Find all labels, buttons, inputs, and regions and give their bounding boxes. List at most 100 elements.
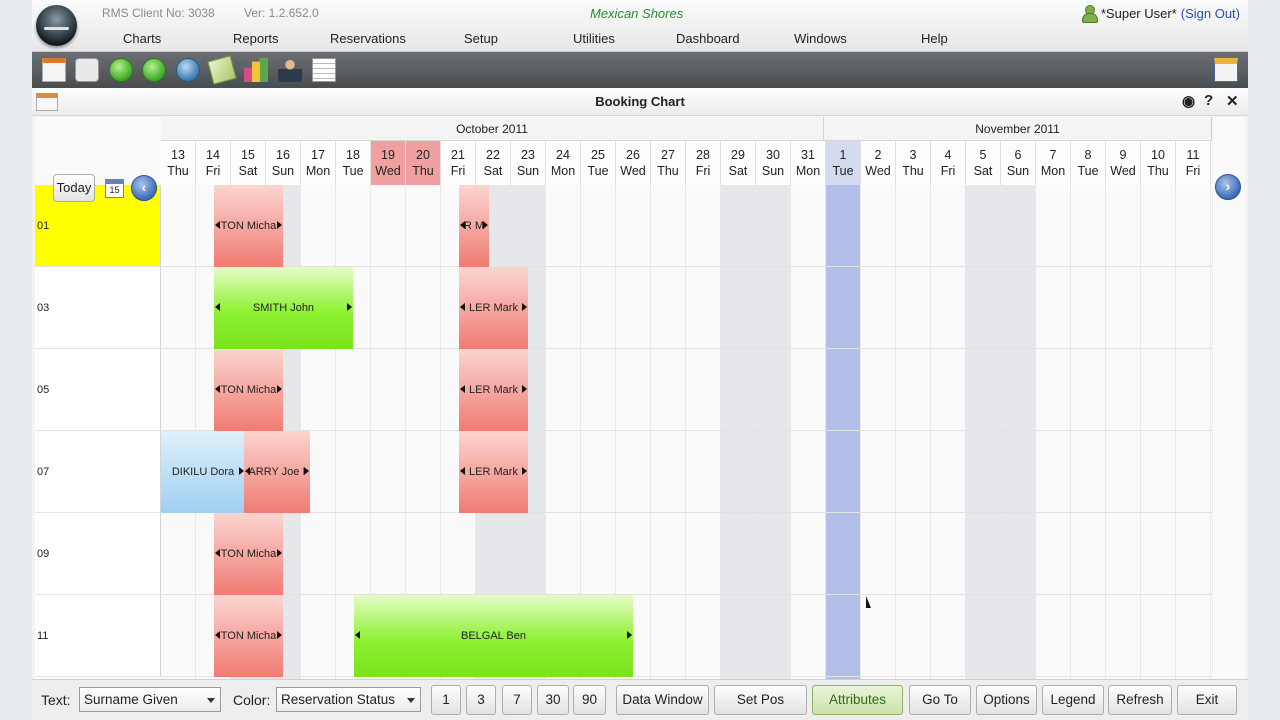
- day-column[interactable]: [1176, 185, 1211, 679]
- room-label[interactable]: 03: [35, 267, 161, 349]
- resize-left-icon[interactable]: [215, 631, 220, 639]
- booking-bar[interactable]: LER Mark: [459, 267, 528, 349]
- day-header-cell[interactable]: 10 Thu: [1141, 141, 1176, 185]
- day-header-cell[interactable]: 6 Sun: [1001, 141, 1036, 185]
- day-header-cell[interactable]: 17 Mon: [301, 141, 336, 185]
- day-column[interactable]: [896, 185, 931, 679]
- calendar-icon[interactable]: [42, 58, 66, 82]
- refresh-icon[interactable]: [109, 58, 133, 82]
- resize-right-icon[interactable]: [522, 385, 527, 393]
- day-header-cell[interactable]: 7 Mon: [1036, 141, 1071, 185]
- day-header-cell[interactable]: 20 Thu: [406, 141, 441, 185]
- day-header-cell[interactable]: 27 Thu: [651, 141, 686, 185]
- booking-bar[interactable]: R M: [459, 185, 489, 267]
- booking-bar[interactable]: LER Mark: [459, 349, 528, 431]
- sign-out-link[interactable]: (Sign Out): [1181, 6, 1240, 21]
- resize-right-icon[interactable]: [277, 385, 282, 393]
- resize-right-icon[interactable]: [522, 303, 527, 311]
- resize-left-icon[interactable]: [245, 467, 250, 475]
- day-header-cell[interactable]: 25 Tue: [581, 141, 616, 185]
- day-header-cell[interactable]: 4 Fri: [931, 141, 966, 185]
- resize-left-icon[interactable]: [355, 631, 360, 639]
- day-header-cell[interactable]: 11 Fri: [1176, 141, 1211, 185]
- day-header-cell[interactable]: 23 Sun: [511, 141, 546, 185]
- day-column[interactable]: [686, 185, 721, 679]
- day-header-cell[interactable]: 24 Mon: [546, 141, 581, 185]
- menu-setup[interactable]: Setup: [464, 31, 498, 46]
- days-1-button[interactable]: 1: [431, 685, 461, 715]
- bar-chart-icon[interactable]: [244, 58, 268, 82]
- day-header-cell[interactable]: 5 Sat: [966, 141, 1001, 185]
- day-header-cell[interactable]: 13 Thu: [161, 141, 196, 185]
- day-column[interactable]: [721, 185, 756, 679]
- day-header-cell[interactable]: 18 Tue: [336, 141, 371, 185]
- booking-bar[interactable]: ARRY Joe I: [244, 431, 310, 513]
- calendar-picker-icon[interactable]: 15: [105, 179, 124, 198]
- menu-utilities[interactable]: Utilities: [573, 31, 615, 46]
- calendar-alt-icon[interactable]: [75, 58, 99, 82]
- help-icon[interactable]: ?: [1204, 92, 1213, 109]
- attributes-button[interactable]: Attributes: [812, 685, 903, 715]
- menu-help[interactable]: Help: [921, 31, 948, 46]
- day-column[interactable]: [756, 185, 791, 679]
- legend-button[interactable]: Legend: [1042, 685, 1104, 715]
- booking-bar[interactable]: TON Micha: [214, 595, 283, 677]
- add-icon[interactable]: [142, 58, 166, 82]
- room-label[interactable]: 05: [35, 349, 161, 431]
- globe-icon[interactable]: [176, 58, 200, 82]
- resize-right-icon[interactable]: [277, 631, 282, 639]
- resize-right-icon[interactable]: [277, 549, 282, 557]
- day-header-cell[interactable]: 9 Wed: [1106, 141, 1141, 185]
- money-icon[interactable]: [207, 55, 237, 85]
- day-column[interactable]: [966, 185, 1001, 679]
- data-window-button[interactable]: Data Window: [616, 685, 709, 715]
- menu-reservations[interactable]: Reservations: [330, 31, 406, 46]
- booking-bar[interactable]: TON Micha: [214, 349, 283, 431]
- day-column[interactable]: [931, 185, 966, 679]
- text-select[interactable]: Surname Given: [79, 687, 221, 712]
- day-header-cell[interactable]: 29 Sat: [721, 141, 756, 185]
- resize-left-icon[interactable]: [460, 385, 465, 393]
- exit-button[interactable]: Exit: [1177, 685, 1237, 715]
- day-header-cell[interactable]: 26 Wed: [616, 141, 651, 185]
- set-pos-button[interactable]: Set Pos: [714, 685, 807, 715]
- resize-right-icon[interactable]: [627, 631, 632, 639]
- day-header-cell[interactable]: 28 Fri: [686, 141, 721, 185]
- sheet-icon[interactable]: [312, 58, 336, 82]
- booking-bar[interactable]: DIKILU Dora: [161, 431, 245, 513]
- resize-right-icon[interactable]: [347, 303, 352, 311]
- day-column[interactable]: [651, 185, 686, 679]
- day-header-cell[interactable]: 16 Sun: [266, 141, 301, 185]
- days-7-button[interactable]: 7: [502, 685, 532, 715]
- day-column[interactable]: [791, 185, 826, 679]
- day-header-cell[interactable]: 30 Sun: [756, 141, 791, 185]
- day-header-cell[interactable]: 22 Sat: [476, 141, 511, 185]
- resize-left-icon[interactable]: [460, 303, 465, 311]
- color-select[interactable]: Reservation Status: [276, 687, 421, 712]
- resize-left-icon[interactable]: [215, 385, 220, 393]
- day-header-cell[interactable]: 3 Thu: [896, 141, 931, 185]
- day-column[interactable]: [1071, 185, 1106, 679]
- day-header-cell[interactable]: 8 Tue: [1071, 141, 1106, 185]
- resize-right-icon[interactable]: [522, 467, 527, 475]
- close-icon[interactable]: ✕: [1226, 92, 1239, 110]
- options-button[interactable]: Options: [976, 685, 1037, 715]
- day-header-cell[interactable]: 19 Wed: [371, 141, 406, 185]
- person-icon[interactable]: [278, 58, 302, 82]
- day-header-cell[interactable]: 15 Sat: [231, 141, 266, 185]
- window-list-icon[interactable]: [1214, 58, 1238, 82]
- menu-windows[interactable]: Windows: [794, 31, 847, 46]
- day-column[interactable]: [826, 185, 861, 679]
- resize-left-icon[interactable]: [460, 467, 465, 475]
- booking-bar[interactable]: TON Micha: [214, 185, 283, 267]
- day-column[interactable]: [1036, 185, 1071, 679]
- menu-reports[interactable]: Reports: [233, 31, 279, 46]
- refresh-button[interactable]: Refresh: [1108, 685, 1172, 715]
- menu-dashboard[interactable]: Dashboard: [676, 31, 740, 46]
- previous-arrow-icon[interactable]: ‹: [131, 175, 157, 201]
- resize-left-icon[interactable]: [215, 549, 220, 557]
- day-header-cell[interactable]: 31 Mon: [791, 141, 826, 185]
- resize-right-icon[interactable]: [304, 467, 309, 475]
- resize-right-icon[interactable]: [277, 221, 282, 229]
- days-30-button[interactable]: 30: [537, 685, 569, 715]
